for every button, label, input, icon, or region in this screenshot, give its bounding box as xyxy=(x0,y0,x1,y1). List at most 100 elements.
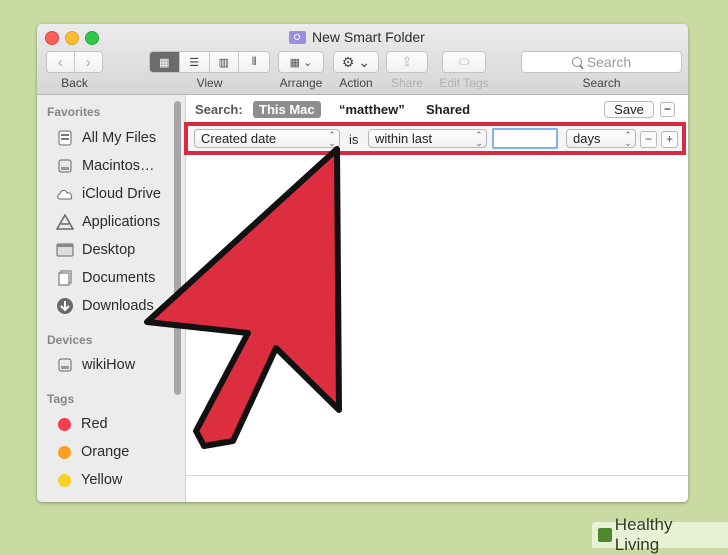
columns-icon: ▥ xyxy=(218,56,230,69)
tag-icon: ⬭ xyxy=(458,54,470,69)
icon-view-button[interactable]: ▦ xyxy=(150,52,180,72)
sidebar-item-label: Yellow xyxy=(81,472,123,488)
criteria-connector: is xyxy=(349,132,359,147)
sidebar-item-label: Orange xyxy=(81,444,130,460)
sidebar-item-downloads[interactable]: Downloads xyxy=(56,295,154,317)
coverflow-icon: ⫴ xyxy=(251,55,257,68)
hard-drive-icon xyxy=(56,157,74,175)
updown-chevron-icon: ⌃ ⌄ xyxy=(475,130,483,148)
close-window-button[interactable] xyxy=(45,31,59,45)
sidebar-item-label: Desktop xyxy=(82,242,136,258)
sidebar-item-icloud-drive[interactable]: iCloud Drive xyxy=(56,183,161,205)
toolbar: New Smart Folder ‹ › Back ▦ ☰ ▥ ⫴ View ▦… xyxy=(37,24,688,95)
sidebar-scrollbar[interactable] xyxy=(174,101,181,395)
forward-button[interactable]: › xyxy=(74,52,102,72)
edit-tags-button[interactable]: ⬭ xyxy=(442,51,486,73)
watermark: Healthy Living xyxy=(592,515,728,554)
list-view-button[interactable]: ☰ xyxy=(179,52,210,72)
favorites-heading: Favorites xyxy=(47,105,101,119)
leaf-logo-icon xyxy=(598,528,612,542)
unit-value: days xyxy=(573,131,601,146)
chevron-left-icon: ‹ xyxy=(57,53,63,71)
scope-shared[interactable]: Shared xyxy=(426,102,470,117)
sidebar-item-tag-orange[interactable]: Orange xyxy=(56,441,129,463)
edit-tags-label: Edit Tags xyxy=(439,76,489,90)
share-button[interactable]: ⇪ xyxy=(386,51,428,73)
sidebar: Favorites All My Files Macintos… iCloud … xyxy=(37,95,186,502)
applications-icon xyxy=(56,213,74,231)
add-criteria-button[interactable]: + xyxy=(661,131,678,148)
sidebar-item-tag-red[interactable]: Red xyxy=(56,413,108,435)
smart-folder-icon xyxy=(289,30,306,44)
sidebar-item-label: Downloads xyxy=(82,298,154,314)
watermark-text: Healthy Living xyxy=(614,515,673,554)
status-bar-divider xyxy=(186,475,688,476)
view-label: View xyxy=(196,76,223,90)
hard-drive-icon xyxy=(56,356,74,374)
arrange-button[interactable]: ▦ ⌄ xyxy=(278,51,324,73)
remove-search-button[interactable]: − xyxy=(660,102,675,117)
share-icon: ⇪ xyxy=(401,54,413,69)
minimize-window-button[interactable] xyxy=(65,31,79,45)
arrange-label: Arrange xyxy=(279,76,323,90)
back-label: Back xyxy=(61,76,88,90)
zoom-window-button[interactable] xyxy=(85,31,99,45)
sidebar-item-documents[interactable]: Documents xyxy=(56,267,155,289)
action-button[interactable]: ⚙ ⌄ xyxy=(333,51,379,73)
scope-user-folder[interactable]: “matthew” xyxy=(339,102,405,117)
back-button[interactable]: ‹ xyxy=(47,52,75,72)
content-area: Search: This Mac “matthew” Shared Save −… xyxy=(184,95,688,502)
cloud-icon xyxy=(56,185,74,203)
gear-icon: ⚙ ⌄ xyxy=(341,53,371,70)
window-title: New Smart Folder xyxy=(312,29,425,45)
search-scope-label: Search: xyxy=(195,102,243,117)
updown-chevron-icon: ⌃ ⌄ xyxy=(328,130,336,148)
search-criteria-row: Created date ⌃ ⌄ is within last ⌃ ⌄ days ⌃… xyxy=(184,122,686,155)
minus-icon: − xyxy=(663,102,671,116)
search-label: Search xyxy=(582,76,621,90)
sidebar-item-label: All My Files xyxy=(82,130,157,146)
downloads-icon xyxy=(56,297,74,315)
sidebar-item-label: Applications xyxy=(82,214,161,230)
sidebar-item-tag-yellow[interactable]: Yellow xyxy=(56,469,122,491)
sidebar-item-macintosh-hd[interactable]: Macintos… xyxy=(56,155,155,177)
updown-chevron-icon: ⌃ ⌄ xyxy=(624,130,632,148)
sidebar-item-label: iCloud Drive xyxy=(82,186,161,202)
search-icon xyxy=(571,57,582,67)
sidebar-item-wikihow[interactable]: wikiHow xyxy=(56,354,135,376)
finder-window: New Smart Folder ‹ › Back ▦ ☰ ▥ ⫴ View ▦… xyxy=(37,24,688,502)
all-files-icon xyxy=(56,129,74,147)
view-mode-control: ▦ ☰ ▥ ⫴ xyxy=(149,51,270,73)
sidebar-item-label: Red xyxy=(81,416,108,432)
criteria-value-input[interactable] xyxy=(492,128,558,149)
sidebar-item-applications[interactable]: Applications xyxy=(56,211,160,233)
operator-value: within last xyxy=(375,131,433,146)
action-label: Action xyxy=(339,76,373,90)
grid-icon: ▦ xyxy=(159,56,170,69)
unit-popup[interactable]: days ⌃ ⌄ xyxy=(566,129,636,148)
window-title-area: New Smart Folder xyxy=(289,28,425,46)
sidebar-item-desktop[interactable]: Desktop xyxy=(56,239,135,261)
desktop-icon xyxy=(56,241,74,259)
sidebar-item-label: Documents xyxy=(82,270,156,286)
save-search-button[interactable]: Save xyxy=(604,101,654,118)
sidebar-item-label: wikiHow xyxy=(82,357,136,373)
remove-criteria-button[interactable]: − xyxy=(640,131,657,148)
column-view-button[interactable]: ▥ xyxy=(209,52,240,72)
tags-heading: Tags xyxy=(47,392,75,406)
devices-heading: Devices xyxy=(47,333,93,347)
search-scope-bar: Search: This Mac “matthew” Shared Save − xyxy=(186,99,688,119)
orange-tag-icon xyxy=(58,445,71,459)
back-forward-control: ‹ › xyxy=(46,51,103,73)
minus-icon: − xyxy=(644,132,652,146)
share-label: Share xyxy=(390,76,424,90)
arrange-icon: ▦ ⌄ xyxy=(289,56,313,69)
scope-this-mac[interactable]: This Mac xyxy=(253,101,321,118)
search-placeholder: Search xyxy=(586,54,632,70)
search-field[interactable]: Search xyxy=(521,51,682,73)
sidebar-item-all-my-files[interactable]: All My Files xyxy=(56,127,156,149)
attribute-popup[interactable]: Created date ⌃ ⌄ xyxy=(194,129,340,148)
yellow-tag-icon xyxy=(58,473,71,487)
coverflow-view-button[interactable]: ⫴ xyxy=(239,52,269,72)
operator-popup[interactable]: within last ⌃ ⌄ xyxy=(368,129,487,148)
